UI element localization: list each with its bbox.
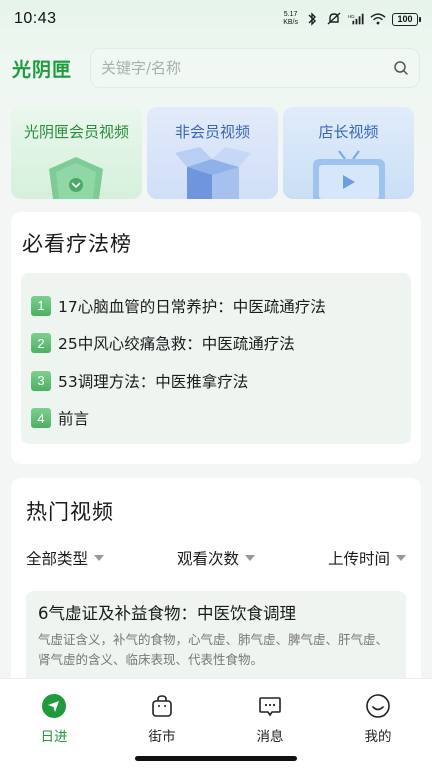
filter-views-dropdown[interactable]: 观看次数 <box>177 547 255 569</box>
hot-videos-panel: 热门视频 全部类型 观看次数 上传时间 6气虚证及补益食物：中医饮食调理 气虚证… <box>11 478 421 693</box>
status-bar: 10:43 5.17 KB/s HD 100 <box>0 0 432 38</box>
smiley-icon <box>366 694 390 718</box>
compass-icon <box>42 694 66 718</box>
video-card[interactable]: 6气虚证及补益食物：中医饮食调理 气虚证含义，补气的食物，心气虚、肺气虚、脾气虚… <box>26 591 406 691</box>
bottom-nav: 日进 街市 消息 我的 <box>0 678 432 768</box>
category-card-member[interactable]: 光阴匣会员视频 <box>11 107 142 199</box>
nav-label: 消息 <box>256 729 284 745</box>
ranking-item[interactable]: 4 前言 <box>31 400 411 438</box>
filter-label: 观看次数 <box>176 550 239 568</box>
mute-icon <box>327 12 341 25</box>
svg-text:HD: HD <box>348 14 354 19</box>
bluetooth-icon <box>308 12 316 26</box>
ranking-panel: 必看疗法榜 1 17心脑血管的日常养护：中医疏通疗法 2 25中风心绞痛急救：中… <box>11 212 421 464</box>
ranking-item[interactable]: 1 17心脑血管的日常养护：中医疏通疗法 <box>31 287 411 325</box>
shopping-bag-icon <box>152 695 172 717</box>
rank-badge: 2 <box>31 333 51 354</box>
category-cards: 光阴匣会员视频 非会员视频 店长视频 <box>11 107 421 199</box>
video-title: 6气虚证及补益食物：中医饮食调理 <box>38 604 296 623</box>
filter-label: 上传时间 <box>327 550 390 568</box>
wifi-icon <box>370 13 386 25</box>
ranking-item[interactable]: 2 25中风心绞痛急救：中医疏通疗法 <box>31 325 411 363</box>
nav-item-wode[interactable]: 我的 <box>324 679 432 768</box>
ranking-item-text: 53调理方法：中医推拿疗法 <box>58 372 249 391</box>
home-indicator[interactable] <box>135 756 297 761</box>
filter-type-dropdown[interactable]: 全部类型 <box>26 547 105 569</box>
rank-badge: 4 <box>31 408 51 429</box>
header: 光阴匣 <box>0 46 432 90</box>
caret-down-icon <box>94 555 105 561</box>
nav-item-jieshi[interactable]: 街市 <box>108 679 216 768</box>
category-label: 非会员视频 <box>174 123 250 141</box>
category-label: 店长视频 <box>318 123 379 141</box>
video-description: 气虚证含义，补气的食物，心气虚、肺气虚、脾气虚、肝气虚、肾气虚的含义、临床表现、… <box>38 632 389 667</box>
message-icon <box>259 697 281 717</box>
category-card-manager[interactable]: 店长视频 <box>283 107 414 199</box>
category-card-non-member[interactable]: 非会员视频 <box>147 107 278 199</box>
ranking-list: 1 17心脑血管的日常养护：中医疏通疗法 2 25中风心绞痛急救：中医疏通疗法 … <box>21 273 411 444</box>
nav-item-riji[interactable]: 日进 <box>0 679 108 768</box>
ranking-item-text: 前言 <box>58 410 90 429</box>
filter-label: 全部类型 <box>26 550 89 568</box>
caret-down-icon <box>245 555 255 561</box>
filter-upload-time-dropdown[interactable]: 上传时间 <box>328 547 406 569</box>
caret-down-icon <box>395 555 406 561</box>
status-icons: 5.17 KB/s HD 100 <box>283 11 421 27</box>
search-icon[interactable] <box>393 60 409 76</box>
hot-videos-title: 热门视频 <box>26 500 114 524</box>
app-title: 光阴匣 <box>12 58 73 81</box>
nav-label: 日进 <box>40 729 68 745</box>
filter-bar: 全部类型 观看次数 上传时间 <box>26 547 406 569</box>
cellular-signal-icon: HD <box>348 13 364 25</box>
nav-item-xiaoxi[interactable]: 消息 <box>216 679 324 768</box>
ranking-title: 必看疗法榜 <box>22 232 132 256</box>
search-input[interactable] <box>101 59 393 77</box>
status-time: 10:43 <box>14 10 57 27</box>
ranking-item-text: 17心脑血管的日常养护：中医疏通疗法 <box>58 297 326 316</box>
network-speed: 5.17 KB/s <box>283 11 298 26</box>
nav-label: 街市 <box>148 729 176 745</box>
battery-indicator: 100 <box>392 12 421 26</box>
nav-label: 我的 <box>364 729 392 745</box>
rank-badge: 3 <box>31 370 51 391</box>
ranking-item[interactable]: 3 53调理方法：中医推拿疗法 <box>31 362 411 400</box>
ranking-item-text: 25中风心绞痛急救：中医疏通疗法 <box>58 335 295 354</box>
search-box[interactable] <box>90 48 420 88</box>
rank-badge: 1 <box>31 295 51 316</box>
category-label: 光阴匣会员视频 <box>23 123 129 141</box>
